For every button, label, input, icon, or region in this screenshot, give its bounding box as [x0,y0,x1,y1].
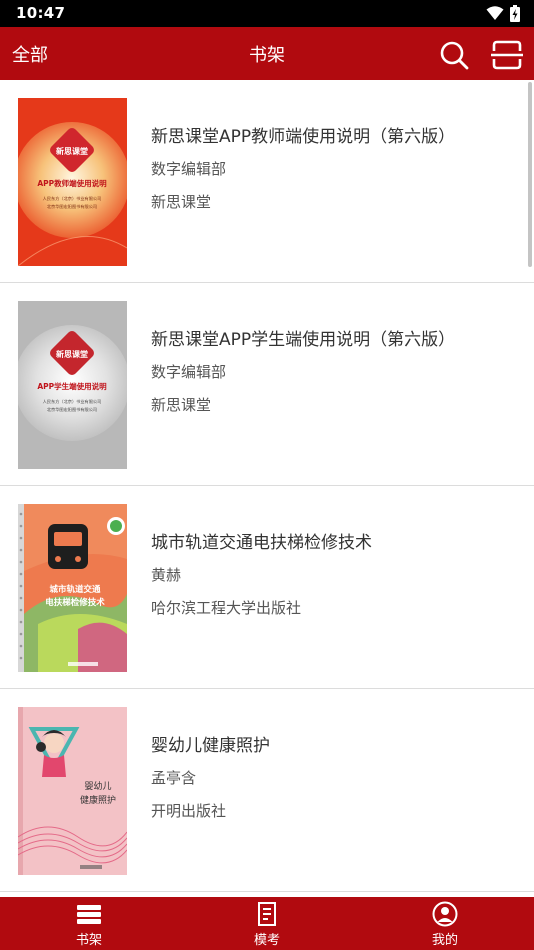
book-item[interactable]: 新思课堂 APP教师端使用说明 人民东方（北京）书业有限公司 北京华图宏阳图书有… [0,80,534,283]
search-button[interactable] [438,39,470,71]
scan-icon [491,40,523,70]
cover-caption-2: 电扶梯检修技术 [45,597,105,608]
book-author: 孟亭含 [151,769,197,787]
tab-label: 我的 [431,933,458,948]
bookshelf-icon [77,905,101,924]
status-icons [486,5,520,22]
cover-line-1: 人民东方（北京）书业有限公司 [43,398,102,405]
status-bar: 10:47 [0,0,534,27]
search-icon [440,41,469,70]
app-bar: 全部 书架 [0,27,534,80]
book-cover[interactable]: 城市轨道交通 电扶梯检修技术 [18,504,127,672]
cover-caption-1: 婴幼儿 [84,780,111,792]
book-cover[interactable]: 新思课堂 APP学生端使用说明 人民东方（北京）书业有限公司 北京华图宏阳图书有… [18,301,127,469]
tab-exam[interactable]: 模考 [207,897,327,950]
bottom-tab-bar: 书架 模考 我的 [0,897,534,950]
cover-caption-1: 城市轨道交通 [49,584,101,595]
book-title: 新思课堂APP教师端使用说明（第六版） [151,127,456,147]
cover-caption: APP学生端使用说明 [37,381,107,391]
cover-badge-text: 新思课堂 [56,349,88,359]
exam-icon [258,902,276,926]
tab-label: 模考 [253,933,280,948]
tab-bookshelf[interactable]: 书架 [29,897,149,950]
book-title: 城市轨道交通电扶梯检修技术 [151,533,372,553]
book-publisher: 哈尔滨工程大学出版社 [151,599,302,617]
book-author: 数字编辑部 [151,363,227,381]
book-title: 新思课堂APP学生端使用说明（第六版） [151,330,456,350]
book-publisher: 新思课堂 [151,396,212,414]
cover-caption-2: 健康照护 [80,794,116,806]
tab-profile[interactable]: 我的 [385,897,505,950]
bookshelf-list[interactable]: 新思课堂 APP教师端使用说明 人民东方（北京）书业有限公司 北京华图宏阳图书有… [0,80,534,897]
book-author: 黄赫 [151,566,182,584]
profile-icon [432,901,458,927]
book-item[interactable]: 城市轨道交通 电扶梯检修技术 城市轨道交通电扶梯检修技术 黄赫 哈尔滨工程大学出… [0,486,534,689]
scan-button[interactable] [490,39,524,71]
book-publisher: 开明出版社 [151,802,227,820]
book-item[interactable]: 婴幼儿 健康照护 婴幼儿健康照护 孟亭含 开明出版社 [0,689,534,892]
book-title: 婴幼儿健康照护 [151,736,270,756]
cover-badge-text: 新思课堂 [56,146,88,156]
status-time: 10:47 [16,4,66,22]
cover-caption: APP教师端使用说明 [37,178,107,188]
book-cover[interactable]: 婴幼儿 健康照护 [18,707,127,875]
tab-label: 书架 [75,933,102,948]
cover-line-2: 北京华图宏阳图书有限公司 [47,203,97,210]
book-cover[interactable]: 新思课堂 APP教师端使用说明 人民东方（北京）书业有限公司 北京华图宏阳图书有… [18,98,127,266]
book-item[interactable]: 新思课堂 APP学生端使用说明 人民东方（北京）书业有限公司 北京华图宏阳图书有… [0,283,534,486]
scrollbar[interactable] [528,82,532,267]
book-author: 数字编辑部 [151,160,227,178]
book-publisher: 新思课堂 [151,193,212,211]
cover-line-1: 人民东方（北京）书业有限公司 [43,195,102,202]
cover-line-2: 北京华图宏阳图书有限公司 [47,406,97,413]
battery-icon [510,5,520,22]
wifi-icon [486,6,504,20]
